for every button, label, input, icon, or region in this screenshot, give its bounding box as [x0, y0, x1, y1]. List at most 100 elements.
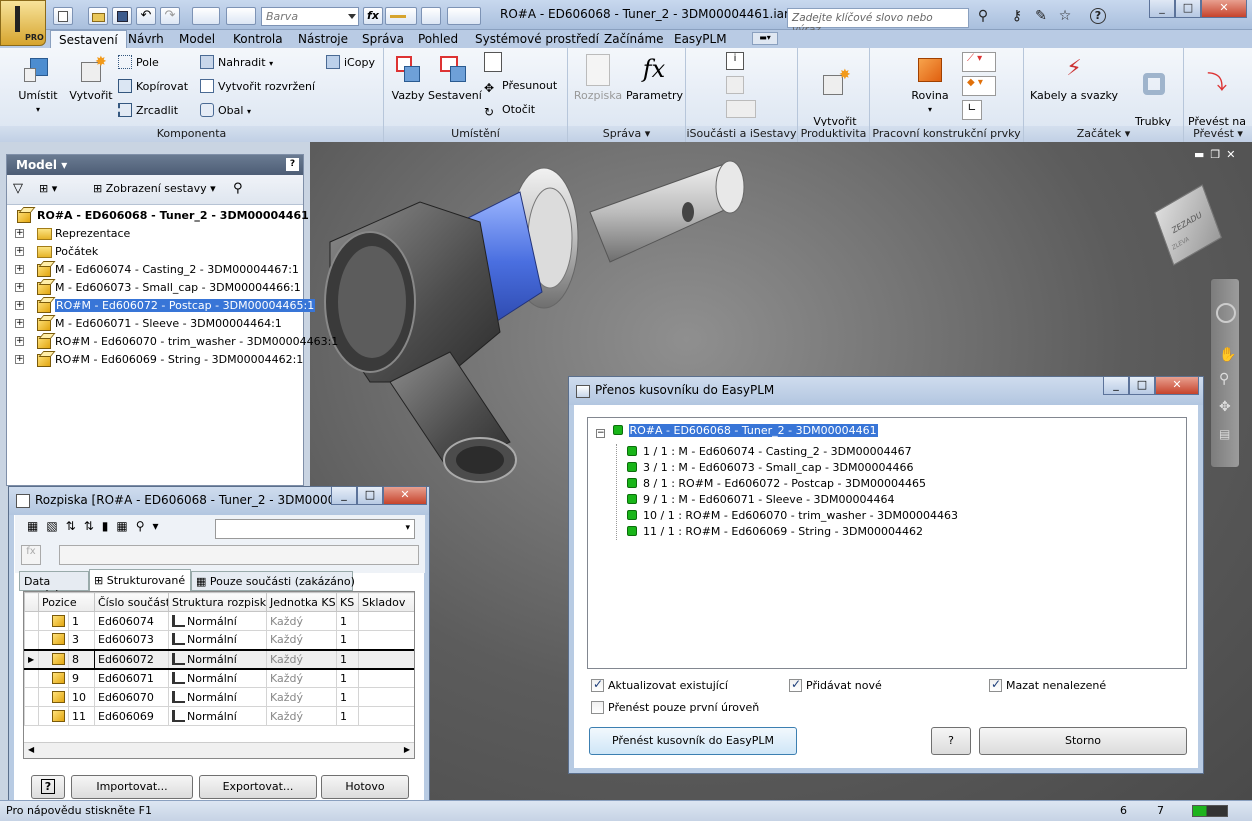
assemble-button[interactable]: Sestavení	[428, 54, 482, 102]
cell-qty[interactable]: 1	[336, 706, 359, 726]
easyplm-item[interactable]: 3 / 1 : M - Ed606073 - Small_cap - 3DM00…	[627, 460, 958, 476]
import-button[interactable]: Importovat...	[71, 775, 193, 799]
col-pozice[interactable]: Pozice	[38, 592, 95, 612]
collapse-icon[interactable]: −	[596, 429, 605, 438]
point-icon[interactable]: ◆ ▾	[962, 76, 996, 96]
row-selector[interactable]	[24, 630, 39, 650]
place-button[interactable]: Umístit ▾	[10, 54, 66, 116]
cell-stock[interactable]	[358, 649, 414, 669]
expand-icon[interactable]: +	[15, 355, 24, 364]
fx-icon[interactable]: fx	[363, 7, 383, 25]
select-priority-button[interactable]	[226, 7, 256, 25]
tree-item-trim-washer[interactable]: + RO#M - Ed606070 - trim_washer - 3DM000…	[11, 333, 338, 351]
cell-struct[interactable]: Normální	[168, 630, 267, 650]
tab-strukturovane[interactable]: ⊞ Strukturované	[89, 569, 191, 591]
cell-qty[interactable]: 1	[336, 668, 359, 688]
cell-part[interactable]: Ed606071	[94, 668, 169, 688]
easyplm-item[interactable]: 11 / 1 : RO#M - Ed606069 - String - 3DM0…	[627, 524, 958, 540]
tab-pouze-soucasti[interactable]: ▦ Pouze součásti (zakázáno)	[191, 571, 355, 591]
plus-icon[interactable]	[421, 7, 441, 25]
maximize-button[interactable]: □	[1175, 0, 1201, 18]
tab-sprava[interactable]: Správa	[354, 30, 412, 48]
cell-pos[interactable]: 11	[68, 706, 95, 726]
row-selector[interactable]	[24, 611, 39, 631]
assembly-view-button[interactable]: ⊞ Zobrazení sestavy ▾	[93, 182, 216, 195]
steering-wheel-icon[interactable]	[1216, 303, 1236, 323]
update-button[interactable]	[447, 7, 481, 25]
minimize-button[interactable]: _	[1149, 0, 1175, 18]
first-level-only-checkbox[interactable]: Přenést pouze první úroveň	[591, 701, 759, 714]
application-menu-button[interactable]: PRO	[0, 0, 46, 46]
cell-stock[interactable]	[358, 687, 414, 707]
easyplm-tree-root[interactable]: − RO#A - ED606068 - Tuner_2 - 3DM0000446…	[596, 424, 878, 438]
easyplm-item[interactable]: 10 / 1 : RO#M - Ed606070 - trim_washer -…	[627, 508, 958, 524]
parameters-button[interactable]: fx Parametry	[626, 54, 683, 102]
create-button[interactable]: ✸ Vytvořit	[66, 54, 116, 102]
cell-qty[interactable]: 1	[336, 611, 359, 631]
constrain-button[interactable]: Vazby	[388, 54, 428, 102]
color-combo[interactable]: Barva	[261, 7, 359, 26]
bom-close-button[interactable]: ✕	[383, 487, 427, 505]
easyplm-maximize-button[interactable]: □	[1129, 377, 1155, 395]
bom-button[interactable]: Rozpiska	[570, 54, 626, 102]
cell-unit[interactable]: Každý	[266, 611, 337, 631]
add-new-checkbox[interactable]: Přidávat nové	[789, 677, 882, 692]
browser-header[interactable]: Model ▾ ?	[7, 155, 303, 175]
bom-toolbar-icons[interactable]: ▦▧⇅⇅▮▦⚲▾	[27, 519, 167, 533]
done-button[interactable]: Hotovo	[321, 775, 409, 799]
expand-icon[interactable]: +	[15, 301, 24, 310]
table-row[interactable]: 1 Ed606074 Normální Každý 1	[24, 611, 414, 631]
zoom-icon[interactable]: ⚲	[1219, 371, 1229, 387]
tab-data-modelu[interactable]: Data modelu	[19, 571, 89, 601]
save-button[interactable]	[112, 7, 132, 25]
col-jednotka[interactable]: Jednotka KS	[266, 592, 337, 612]
bom-maximize-button[interactable]: □	[357, 487, 383, 505]
cell-pos[interactable]: 1	[68, 611, 95, 631]
cell-unit[interactable]: Každý	[266, 687, 337, 707]
cell-stock[interactable]	[358, 706, 414, 726]
tree-item-small-cap[interactable]: + M - Ed606073 - Small_cap - 3DM00004466…	[11, 279, 311, 297]
orbit-icon[interactable]: ✥	[1219, 399, 1231, 415]
look-at-icon[interactable]: ▤	[1219, 427, 1230, 441]
col-cislo[interactable]: Číslo součásti	[94, 592, 169, 612]
return-button[interactable]	[192, 7, 220, 25]
easyplm-minimize-button[interactable]: _	[1103, 377, 1129, 395]
move-button[interactable]: ✥ Přesunout	[484, 79, 557, 96]
cell-part[interactable]: Ed606074	[94, 611, 169, 631]
ipart-icon[interactable]	[726, 76, 744, 94]
table-row[interactable]: 3 Ed606073 Normální Každý 1	[24, 630, 414, 650]
find-icon[interactable]: ⚲	[233, 181, 243, 196]
tab-systemove-prostredi[interactable]: Systémové prostředí	[467, 30, 607, 48]
tree-item-casting[interactable]: + M - Ed606074 - Casting_2 - 3DM00004467…	[11, 261, 311, 279]
col-ks[interactable]: KS	[336, 592, 359, 612]
cell-qty[interactable]: 1	[336, 649, 359, 669]
binoculars-icon[interactable]: ⚲	[974, 8, 992, 26]
shrinkwrap-button[interactable]: Obal ▾	[200, 103, 251, 117]
tab-model[interactable]: Model	[171, 30, 223, 48]
fx-disabled-icon[interactable]: fx	[21, 545, 41, 565]
tree-item-sleeve[interactable]: + M - Ed606071 - Sleeve - 3DM00004464:1	[11, 315, 311, 333]
group-prevest-label[interactable]: Převést ▾	[1184, 126, 1252, 142]
tab-sestaveni[interactable]: Sestavení	[50, 30, 127, 48]
open-button[interactable]	[88, 7, 108, 25]
axis-icon[interactable]: ⟋ ▾	[962, 52, 996, 72]
icopy-button[interactable]: iCopy	[326, 55, 375, 69]
tab-pohled[interactable]: Pohled	[410, 30, 466, 48]
cell-pos[interactable]: 3	[68, 630, 95, 650]
cell-part[interactable]: Ed606072	[94, 649, 169, 669]
cell-unit[interactable]: Každý	[266, 649, 337, 669]
cables-button[interactable]: ⚡ Kabely a svazky	[1026, 54, 1122, 102]
cell-struct[interactable]: Normální	[168, 649, 267, 669]
grip-snap-icon[interactable]	[484, 52, 502, 72]
measure-button[interactable]	[385, 7, 417, 25]
cell-struct[interactable]: Normální	[168, 611, 267, 631]
browser-help-icon[interactable]: ?	[286, 158, 299, 171]
cell-qty[interactable]: 1	[336, 630, 359, 650]
expand-icon[interactable]: +	[15, 265, 24, 274]
star-icon[interactable]: ☆	[1056, 8, 1074, 26]
cell-unit[interactable]: Každý	[266, 706, 337, 726]
copy-button[interactable]: Kopírovat	[118, 79, 188, 93]
bom-help-button[interactable]: ?	[31, 775, 65, 799]
cell-struct[interactable]: Normální	[168, 668, 267, 688]
expand-icon[interactable]: +	[15, 337, 24, 346]
